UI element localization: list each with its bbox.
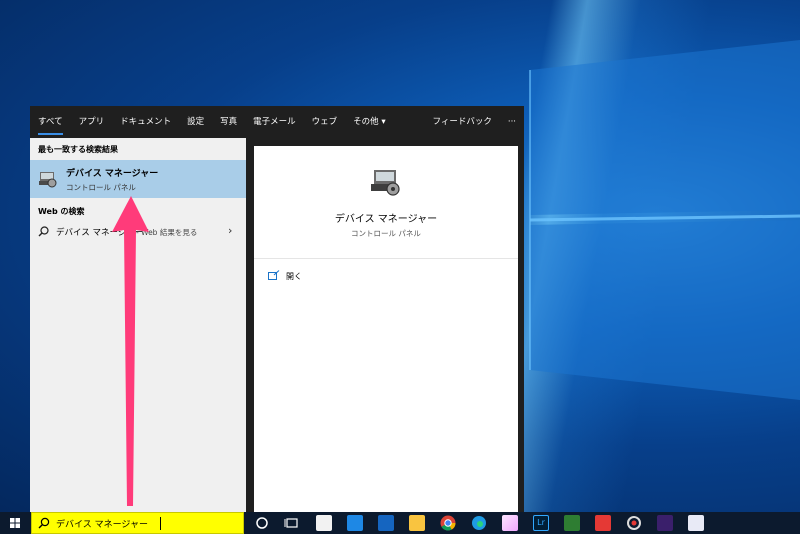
- preview-title: デバイス マネージャー: [334, 214, 438, 225]
- device-manager-icon: [371, 170, 400, 196]
- windows-start-icon[interactable]: [0, 512, 30, 534]
- tab-settings[interactable]: 設定: [179, 106, 212, 138]
- best-match-header: 最も一致する検索結果: [38, 145, 118, 154]
- web-search-header: Web の検索: [38, 207, 85, 216]
- search-panel: すべて アプリ ドキュメント 設定 写真 電子メール ウェブ その他 ▾ フィー…: [30, 106, 524, 512]
- tab-web[interactable]: ウェブ: [304, 106, 346, 138]
- tab-apps[interactable]: アプリ: [71, 106, 113, 138]
- preview-subtitle: コントロール パネル: [351, 229, 421, 238]
- app-icon[interactable]: [502, 515, 518, 531]
- preview-pane: デバイス マネージャー コントロール パネル 開く: [254, 146, 518, 512]
- cortana-icon[interactable]: [254, 515, 270, 531]
- preview-header: デバイス マネージャー コントロール パネル: [254, 146, 518, 259]
- best-match-subtitle: コントロール パネル: [66, 183, 136, 192]
- best-match-title: デバイス マネージャー: [66, 169, 159, 179]
- tab-email[interactable]: 電子メール: [245, 106, 304, 138]
- search-icon: [38, 226, 49, 237]
- explorer-icon[interactable]: [409, 515, 425, 531]
- text-cursor: [160, 517, 161, 530]
- store-icon[interactable]: [316, 515, 332, 531]
- app-icon[interactable]: [595, 515, 611, 531]
- taskbar: デバイス マネージャー Lr: [0, 512, 800, 534]
- feedback-button[interactable]: フィードバック: [425, 106, 500, 138]
- open-icon: [268, 270, 280, 280]
- web-search-query: デバイス マネージャー: [56, 228, 143, 238]
- tab-documents[interactable]: ドキュメント: [112, 106, 179, 138]
- open-label: 開く: [286, 272, 302, 281]
- device-manager-icon: [39, 172, 57, 188]
- taskbar-search-text: デバイス マネージャー: [56, 520, 148, 530]
- windows-logo-wallpaper: [529, 40, 800, 400]
- app-icon[interactable]: [688, 515, 704, 531]
- more-options-button[interactable]: ···: [500, 106, 524, 138]
- taskbar-search-input[interactable]: デバイス マネージャー: [31, 512, 244, 534]
- mail-icon[interactable]: [378, 515, 394, 531]
- results-list: 最も一致する検索結果 デバイス マネージャー コントロール パネル Web の検…: [30, 138, 246, 512]
- web-search-result[interactable]: デバイス マネージャー - Web 結果を見る ›: [30, 222, 246, 242]
- best-match-result[interactable]: デバイス マネージャー コントロール パネル: [30, 160, 246, 198]
- tab-more[interactable]: その他 ▾: [345, 106, 394, 138]
- amazon-music-icon[interactable]: [657, 515, 673, 531]
- app-icon[interactable]: [626, 515, 642, 531]
- lightroom-icon[interactable]: Lr: [533, 515, 549, 531]
- chevron-down-icon: ▾: [381, 117, 386, 127]
- tab-more-label: その他: [353, 117, 379, 127]
- tab-photos[interactable]: 写真: [212, 106, 245, 138]
- search-tabs: すべて アプリ ドキュメント 設定 写真 電子メール ウェブ その他 ▾ フィー…: [30, 106, 524, 138]
- tab-all[interactable]: すべて: [30, 106, 71, 138]
- web-search-suffix: - Web 結果を見る: [136, 228, 198, 237]
- chevron-right-icon: ›: [228, 224, 233, 237]
- edge-icon[interactable]: [471, 515, 487, 531]
- search-icon: [38, 517, 50, 529]
- chrome-icon[interactable]: [440, 515, 456, 531]
- photos-icon[interactable]: [347, 515, 363, 531]
- task-view-icon[interactable]: [284, 515, 300, 531]
- app-icon[interactable]: [564, 515, 580, 531]
